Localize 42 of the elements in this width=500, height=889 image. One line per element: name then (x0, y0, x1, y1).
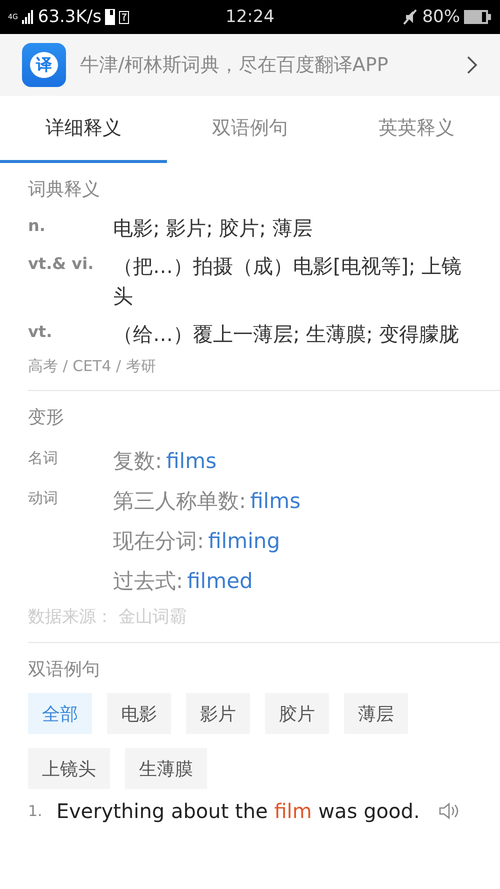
exam-levels: 高考 / CET4 / 考研 (28, 357, 157, 376)
definition-text: （给…）覆上一薄层; 生薄膜; 变得朦胧 (113, 321, 460, 348)
word-link[interactable]: films (166, 449, 217, 473)
filter-chip[interactable]: 胶片 (265, 693, 329, 734)
section-title: 双语例句 (28, 658, 101, 681)
chevron-right-icon (466, 55, 478, 75)
filter-chip[interactable]: 薄层 (344, 693, 408, 734)
word-link[interactable]: filmed (187, 569, 253, 593)
filter-chip[interactable]: 电影 (107, 693, 171, 734)
app-promo-banner[interactable]: 译 牛津/柯林斯词典，尽在百度翻译APP (0, 34, 500, 96)
filter-chip[interactable]: 全部 (28, 693, 92, 734)
part-of-speech: 动词 (28, 488, 59, 509)
example-sentence: Everything about the film was good. (56, 799, 420, 823)
signal-icon (22, 10, 34, 24)
filter-chip[interactable]: 影片 (186, 693, 250, 734)
form-label: 现在分词: (113, 528, 204, 555)
part-of-speech: 名词 (28, 448, 59, 469)
form-label: 第三人称单数: (113, 488, 246, 515)
definition-text: 电影; 影片; 胶片; 薄层 (113, 215, 314, 242)
part-of-speech: n. (28, 215, 46, 237)
network-speed: 63.3K/s (38, 7, 102, 27)
clock: 12:24 (226, 7, 274, 27)
speaker-icon[interactable] (438, 802, 460, 820)
promo-text: 牛津/柯林斯词典，尽在百度翻译APP (80, 53, 390, 78)
section-title: 变形 (28, 406, 65, 429)
mute-icon (402, 9, 418, 25)
word-link[interactable]: filming (208, 529, 280, 553)
filter-chip[interactable]: 生薄膜 (125, 748, 207, 789)
filter-chip[interactable]: 上镜头 (28, 748, 110, 789)
app-icon: 译 (22, 43, 66, 87)
battery-icon (464, 10, 492, 24)
word-link[interactable]: films (250, 489, 301, 513)
form-label: 过去式: (113, 568, 184, 595)
definition-text: （把…）拍摄（成）电影[电视等]; 上镜头 (113, 253, 463, 310)
sim-card-icon (105, 9, 116, 25)
battery-percent: 80% (422, 7, 460, 27)
sentence-number: 1. (28, 802, 42, 820)
form-label: 复数: (113, 448, 162, 475)
section-title: 词典释义 (28, 178, 101, 201)
part-of-speech: vt. (28, 321, 54, 343)
part-of-speech: vt.& vi. (28, 253, 95, 275)
clipboard-icon (119, 10, 130, 24)
